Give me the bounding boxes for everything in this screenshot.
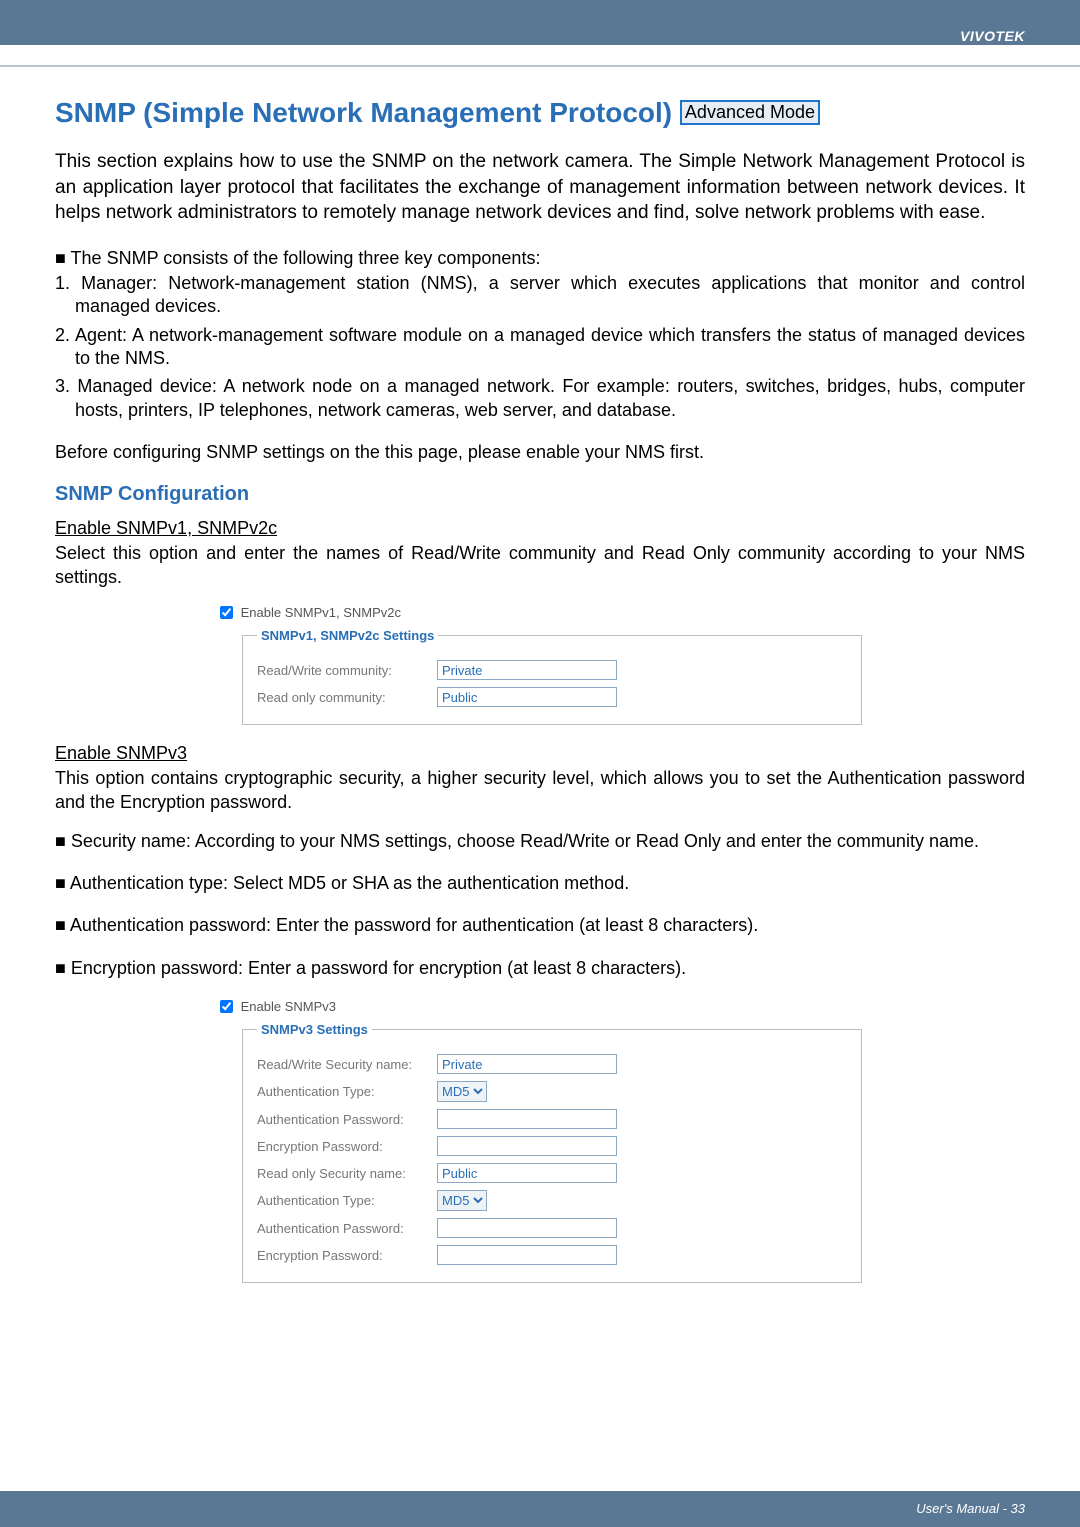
enc-password-label-1: Encryption Password: (257, 1139, 437, 1154)
title-text: SNMP (Simple Network Management Protocol… (55, 97, 680, 128)
auth-type-select-2[interactable]: MD5 (437, 1190, 487, 1211)
v1v2-settings-legend: SNMPv1, SNMPv2c Settings (257, 628, 438, 643)
v3-settings-fieldset: SNMPv3 Settings Read/Write Security name… (242, 1022, 862, 1283)
bullet-security-name: ■ Security name: According to your NMS s… (55, 829, 1025, 853)
rw-community-input[interactable] (437, 660, 617, 680)
snmp-v3-form: Enable SNMPv3 SNMPv3 Settings Read/Write… (220, 998, 1025, 1283)
enc-password-input-1[interactable] (437, 1136, 617, 1156)
enable-v1v2-paragraph: Select this option and enter the names o… (55, 542, 1025, 589)
enc-password-label-2: Encryption Password: (257, 1248, 437, 1263)
page-title: SNMP (Simple Network Management Protocol… (55, 97, 1025, 129)
snmp-v1v2-form: Enable SNMPv1, SNMPv2c SNMPv1, SNMPv2c S… (220, 604, 1025, 725)
enable-v3-checkbox-row: Enable SNMPv3 (220, 998, 1025, 1014)
ro-community-label: Read only community: (257, 690, 437, 705)
ro-community-input[interactable] (437, 687, 617, 707)
footer-text: User's Manual - 33 (916, 1501, 1025, 1516)
enc-password-input-2[interactable] (437, 1245, 617, 1265)
enable-v1v2-checkbox[interactable] (220, 606, 233, 619)
brand-label: VIVOTEK (960, 28, 1025, 44)
enable-v3-checkbox-label: Enable SNMPv3 (241, 999, 336, 1014)
intro-paragraph: This section explains how to use the SNM… (55, 149, 1025, 226)
auth-type-select-1[interactable]: MD5 (437, 1081, 487, 1102)
auth-password-input-1[interactable] (437, 1109, 617, 1129)
v1v2-settings-fieldset: SNMPv1, SNMPv2c Settings Read/Write comm… (242, 628, 862, 725)
header-band (0, 0, 1080, 45)
rw-community-label: Read/Write community: (257, 663, 437, 678)
enable-v3-checkbox[interactable] (220, 1000, 233, 1013)
bullet-auth-type: ■ Authentication type: Select MD5 or SHA… (55, 871, 1025, 895)
auth-password-label-1: Authentication Password: (257, 1112, 437, 1127)
advanced-mode-badge: Advanced Mode (680, 100, 820, 125)
snmp-configuration-heading: SNMP Configuration (55, 483, 1025, 506)
enable-v3-heading: Enable SNMPv3 (55, 743, 1025, 764)
components-lead: ■ The SNMP consists of the following thr… (55, 248, 1025, 269)
component-1: 1. Manager: Network-management station (… (55, 272, 1025, 319)
auth-password-input-2[interactable] (437, 1218, 617, 1238)
enable-v1v2-checkbox-row: Enable SNMPv1, SNMPv2c (220, 604, 1025, 620)
page-content: SNMP (Simple Network Management Protocol… (0, 67, 1080, 1283)
auth-type-label-2: Authentication Type: (257, 1193, 437, 1208)
bullet-enc-password: ■ Encryption password: Enter a password … (55, 956, 1025, 980)
auth-password-label-2: Authentication Password: (257, 1221, 437, 1236)
component-2: 2. Agent: A network-management software … (55, 324, 1025, 371)
ro-security-name-label: Read only Security name: (257, 1166, 437, 1181)
ro-security-name-input[interactable] (437, 1163, 617, 1183)
enable-v3-paragraph: This option contains cryptographic secur… (55, 767, 1025, 814)
component-3: 3. Managed device: A network node on a m… (55, 375, 1025, 422)
before-configuring-text: Before configuring SNMP settings on the … (55, 442, 1025, 463)
enable-v1v2-heading: Enable SNMPv1, SNMPv2c (55, 518, 1025, 539)
enable-v1v2-checkbox-label: Enable SNMPv1, SNMPv2c (241, 605, 401, 620)
auth-type-label-1: Authentication Type: (257, 1084, 437, 1099)
page-footer: User's Manual - 33 (0, 1491, 1080, 1527)
v3-settings-legend: SNMPv3 Settings (257, 1022, 372, 1037)
bullet-auth-password: ■ Authentication password: Enter the pas… (55, 913, 1025, 937)
rw-security-name-label: Read/Write Security name: (257, 1057, 437, 1072)
rw-security-name-input[interactable] (437, 1054, 617, 1074)
